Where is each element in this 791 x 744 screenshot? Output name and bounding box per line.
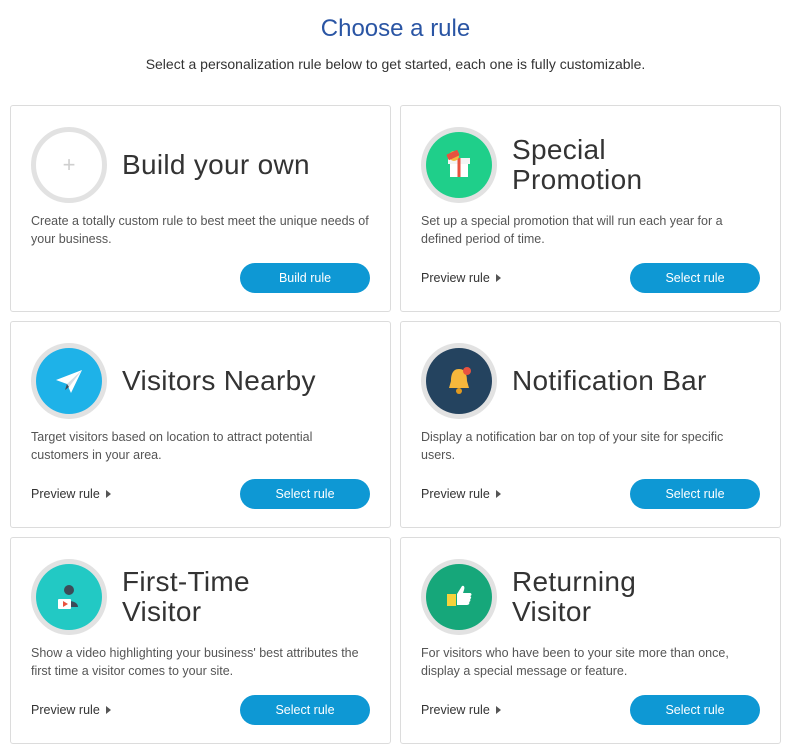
icon-ring [421,127,497,203]
select-rule-button[interactable]: Select rule [240,479,370,509]
card-description: Target visitors based on location to att… [31,430,313,462]
rule-card-special-promotion: Special Promotion Set up a special promo… [400,105,781,312]
icon-ring [421,559,497,635]
rule-card-returning-visitor: Returning Visitor For visitors who have … [400,537,781,744]
preview-rule-label: Preview rule [421,703,490,717]
icon-ring [31,559,107,635]
card-title-line: Visitor [512,596,592,627]
build-rule-button[interactable]: Build rule [240,263,370,293]
page-subtitle: Select a personalization rule below to g… [145,56,646,72]
preview-rule-label: Preview rule [31,703,100,717]
card-title: Notification Bar [512,366,707,396]
rule-card-notification-bar: Notification Bar Display a notification … [400,321,781,528]
select-rule-button[interactable]: Select rule [630,695,760,725]
preview-rule-link[interactable]: Preview rule [421,271,501,285]
card-description: For visitors who have been to your site … [421,646,729,678]
gift-icon [426,132,492,198]
card-header: Notification Bar [421,342,770,420]
play-arrow-icon [105,490,111,498]
rule-card-first-time-visitor: First-Time Visitor Show a video highligh… [10,537,391,744]
card-footer: Preview rule Select rule [421,479,760,509]
select-rule-button[interactable]: Select rule [630,263,760,293]
card-title-line: Visitor [122,596,202,627]
rule-card-build-your-own: + Build your own Create a totally custom… [10,105,391,312]
icon-ring [31,343,107,419]
card-title-line: Visitors Nearby [122,365,316,396]
card-title: Special Promotion [512,135,642,195]
select-rule-button[interactable]: Select rule [630,479,760,509]
preview-rule-link[interactable]: Preview rule [31,703,111,717]
card-description: Create a totally custom rule to best mee… [31,214,369,246]
page-title: Choose a rule [320,15,471,42]
card-header: Returning Visitor [421,558,770,636]
card-header: + Build your own [31,126,380,204]
card-header: Visitors Nearby [31,342,380,420]
card-footer: Preview rule Select rule [31,695,370,725]
card-title-line: Returning [512,566,637,597]
card-footer: Preview rule Select rule [421,695,760,725]
card-title-line: Notification Bar [512,365,707,396]
rule-card-visitors-nearby: Visitors Nearby Target visitors based on… [10,321,391,528]
thumbs-up-icon [426,564,492,630]
rule-grid: + Build your own Create a totally custom… [10,105,781,744]
card-footer: Preview rule Select rule [421,263,760,293]
card-description: Set up a special promotion that will run… [421,214,723,246]
paper-plane-icon [36,348,102,414]
card-title: Visitors Nearby [122,366,316,396]
preview-rule-label: Preview rule [31,487,100,501]
play-arrow-icon [495,490,501,498]
plus-icon: + [31,127,107,203]
card-title: Returning Visitor [512,567,636,627]
card-footer: Preview rule Select rule [31,479,370,509]
card-title-line: Build your own [122,149,310,180]
card-title: First-Time Visitor [122,567,250,627]
preview-rule-link[interactable]: Preview rule [31,487,111,501]
card-footer: Build rule [31,263,370,293]
card-title-line: First-Time [122,566,250,597]
play-arrow-icon [105,706,111,714]
preview-rule-link[interactable]: Preview rule [421,703,501,717]
select-rule-button[interactable]: Select rule [240,695,370,725]
card-title-line: Promotion [512,164,643,195]
play-arrow-icon [495,706,501,714]
card-title-line: Special [512,134,606,165]
card-title: Build your own [122,150,310,180]
card-header: First-Time Visitor [31,558,380,636]
preview-rule-label: Preview rule [421,271,490,285]
icon-ring [421,343,497,419]
card-description: Display a notification bar on top of you… [421,430,724,462]
video-visitor-icon [36,564,102,630]
bell-icon [426,348,492,414]
preview-rule-label: Preview rule [421,487,490,501]
card-description: Show a video highlighting your business'… [31,646,359,678]
play-arrow-icon [495,274,501,282]
page-header: Choose a rule Select a personalization r… [0,0,791,74]
preview-rule-link[interactable]: Preview rule [421,487,501,501]
card-header: Special Promotion [421,126,770,204]
